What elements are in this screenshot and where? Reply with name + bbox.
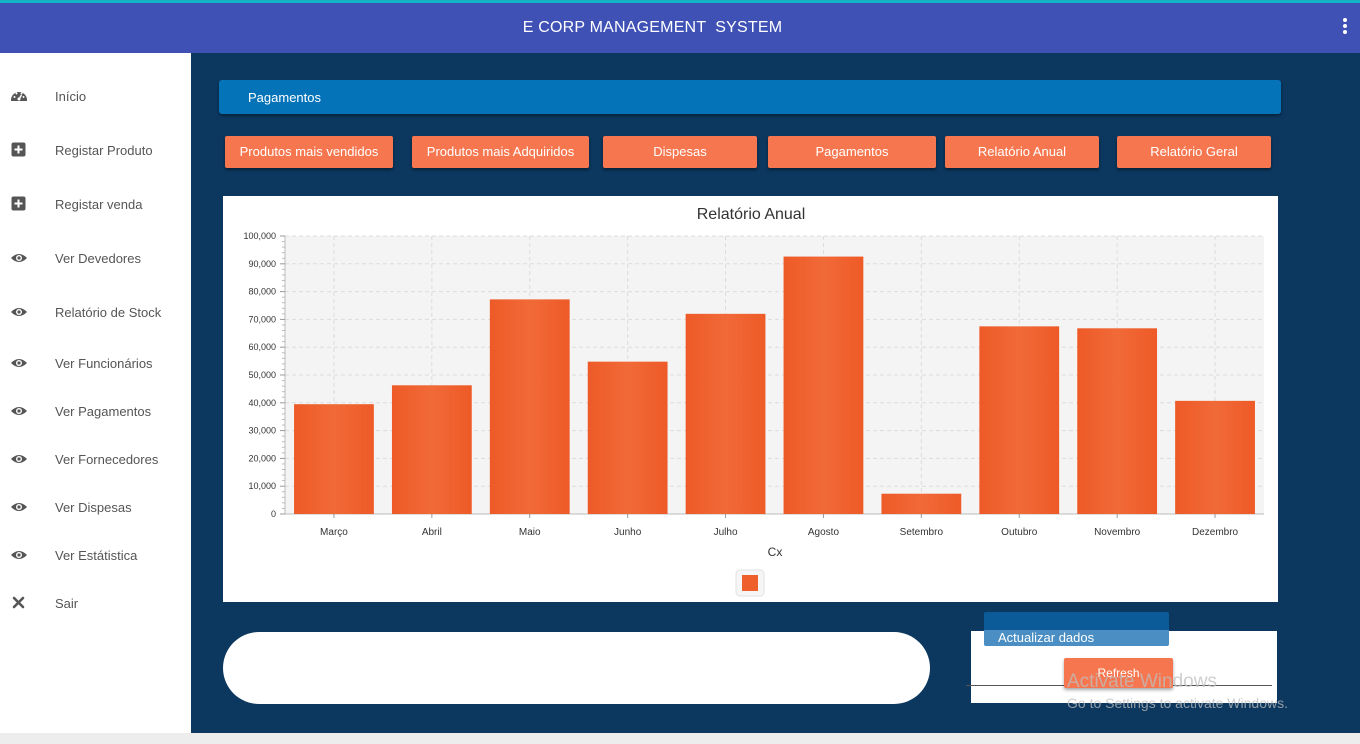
- y-tick-label: 60,000: [248, 342, 276, 352]
- eye-icon: [11, 455, 27, 463]
- refresh-button[interactable]: Refresh: [1064, 658, 1173, 688]
- y-tick-label: 10,000: [248, 481, 276, 491]
- y-tick-label: 90,000: [248, 259, 276, 269]
- plus-square-icon: [11, 196, 26, 211]
- sidebar-item-label: Ver Dispesas: [55, 500, 132, 515]
- chart-legend: [735, 569, 765, 597]
- status-strip: [0, 733, 1360, 744]
- bar-maio: [489, 299, 570, 514]
- bar-junho: [587, 361, 668, 514]
- bar-julho: [685, 313, 766, 514]
- x-tick-label: Maio: [519, 527, 541, 538]
- section-header: Pagamentos: [219, 80, 1281, 114]
- y-tick-label: 0: [271, 509, 276, 519]
- x-tick-label: Agosto: [808, 527, 840, 538]
- bar-abril: [391, 385, 472, 514]
- tab-dispesas[interactable]: Dispesas: [603, 136, 757, 168]
- y-tick-label: 40,000: [248, 398, 276, 408]
- y-tick-label: 50,000: [248, 370, 276, 380]
- eye-icon: [11, 254, 27, 262]
- tab-pagamentos[interactable]: Pagamentos: [768, 136, 936, 168]
- sidebar-item-ver-fornecedores[interactable]: Ver Fornecedores: [0, 441, 191, 477]
- tab-relatorio-geral[interactable]: Relatório Geral: [1117, 136, 1271, 168]
- annual-report-chart: Relatório Anual Cx 0 10,000 20,000 30,000 40…: [223, 196, 1278, 602]
- sidebar-item-ver-funcionarios[interactable]: Ver Funcionários: [0, 345, 191, 381]
- sidebar-item-registar-produto[interactable]: Registar Produto: [0, 132, 191, 168]
- sidebar-item-label: Ver Estátistica: [55, 548, 138, 563]
- legend-swatch: [742, 575, 758, 591]
- eye-icon: [11, 308, 27, 316]
- y-tick-label: 80,000: [248, 287, 276, 297]
- more-options-icon[interactable]: [1335, 16, 1355, 40]
- eye-icon: [11, 359, 27, 367]
- chart-title: Relatório Anual: [697, 206, 806, 223]
- dashboard-icon: [11, 92, 27, 101]
- sidebar-item-ver-estatistica[interactable]: Ver Estátistica: [0, 537, 191, 573]
- bar-outubro: [979, 326, 1060, 514]
- tab-produtos-mais-adquiridos[interactable]: Produtos mais Adquiridos: [412, 136, 589, 168]
- search-input[interactable]: [223, 632, 930, 704]
- x-tick-label: Outubro: [1001, 527, 1038, 538]
- bar-novembro: [1077, 328, 1158, 514]
- sidebar-item-label: Registar Produto: [55, 143, 153, 158]
- y-tick-label: 20,000: [248, 453, 276, 463]
- chart-x-axis-label: Cx: [768, 545, 783, 559]
- sidebar-item-label: Ver Funcionários: [55, 356, 153, 371]
- update-data-label: Actualizar dados: [998, 630, 1095, 645]
- plus-square-icon: [11, 142, 26, 157]
- tab-produtos-mais-vendidos[interactable]: Produtos mais vendidos: [225, 136, 393, 168]
- eye-icon: [11, 503, 27, 511]
- x-tick-label: Novembro: [1094, 527, 1141, 538]
- sidebar-item-sair[interactable]: Sair: [0, 585, 191, 621]
- section-title: Pagamentos: [248, 90, 321, 105]
- sidebar-item-label: Sair: [55, 596, 79, 611]
- eye-icon: [11, 551, 27, 559]
- sidebar-item-ver-pagamentos[interactable]: Ver Pagamentos: [0, 393, 191, 429]
- sidebar-item-ver-devedores[interactable]: Ver Devedores: [0, 240, 191, 276]
- x-tick-label: Julho: [714, 527, 738, 538]
- eye-icon: [11, 407, 27, 415]
- sidebar-item-label: Ver Devedores: [55, 251, 141, 266]
- bar-setembro: [881, 493, 962, 514]
- sidebar-item-label: Ver Fornecedores: [55, 452, 159, 467]
- x-tick-label: Setembro: [900, 527, 944, 538]
- sidebar-item-relatorio-stock[interactable]: Relatório de Stock: [0, 294, 191, 330]
- bar-março: [294, 404, 374, 514]
- sidebar-item-ver-dispesas[interactable]: Ver Dispesas: [0, 489, 191, 525]
- y-tick-label: 30,000: [248, 426, 276, 436]
- bar-agosto: [783, 256, 864, 514]
- app-header: E CORP MANAGEMENT SYSTEM: [0, 3, 1360, 53]
- close-icon: [12, 596, 25, 609]
- x-tick-label: Dezembro: [1192, 527, 1239, 538]
- main-content: Pagamentos Produtos mais vendidos Produt…: [191, 53, 1360, 733]
- bar-dezembro: [1175, 400, 1255, 514]
- tab-relatorio-anual[interactable]: Relatório Anual: [945, 136, 1099, 168]
- update-data-button[interactable]: Actualizar dados: [984, 612, 1169, 646]
- x-tick-label: Junho: [614, 527, 642, 538]
- sidebar-item-label: Relatório de Stock: [55, 305, 162, 320]
- sidebar-item-registar-venda[interactable]: Registar venda: [0, 186, 191, 222]
- y-tick-label: 70,000: [248, 314, 276, 324]
- x-tick-label: Março: [320, 527, 348, 538]
- sidebar-item-label: Início: [55, 89, 87, 104]
- sidebar: Início Registar Produto Registar venda V…: [0, 53, 191, 733]
- app-title: E CORP MANAGEMENT SYSTEM: [522, 19, 783, 36]
- sidebar-item-label: Registar venda: [55, 197, 143, 212]
- bar-chart: Relatório Anual Cx 0 10,000 20,000 30,000 40…: [243, 206, 1264, 597]
- sidebar-item-inicio[interactable]: Início: [0, 78, 191, 114]
- x-tick-label: Abril: [422, 527, 442, 538]
- y-tick-label: 100,000: [243, 231, 276, 241]
- sidebar-item-label: Ver Pagamentos: [55, 404, 152, 419]
